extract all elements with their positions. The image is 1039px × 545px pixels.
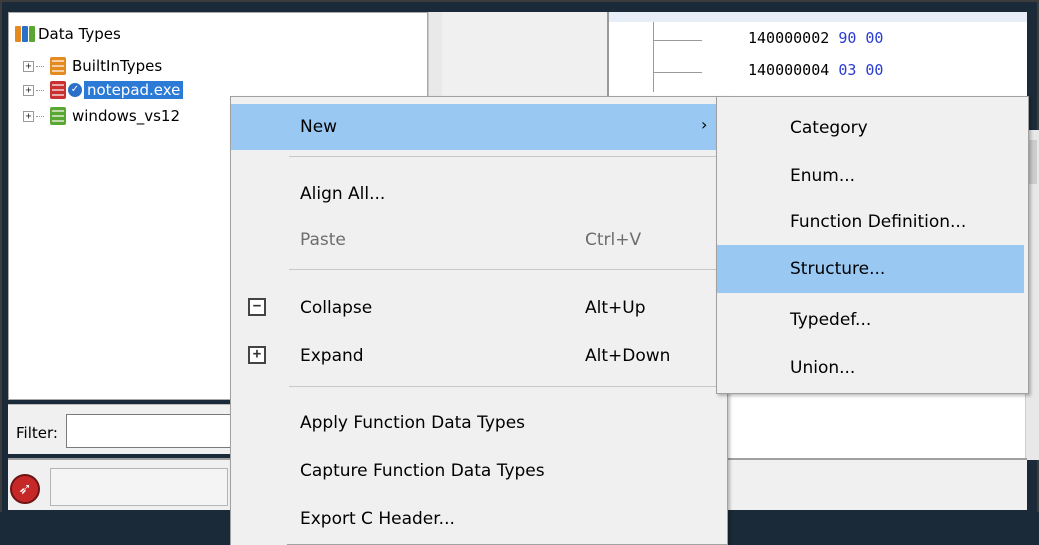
listing-connector <box>654 40 702 41</box>
menu-item-collapse[interactable]: − Collapse Alt+Up <box>231 285 727 331</box>
menu-item-label: Paste <box>300 230 346 250</box>
listing-bytes: 03 00 <box>838 61 884 79</box>
menu-item-new[interactable]: New › <box>231 104 727 150</box>
submenu-item-typedef[interactable]: Typedef... <box>717 296 1024 344</box>
submenu-item-category[interactable]: Category <box>717 104 1024 152</box>
submenu-arrow-icon: › <box>701 115 708 134</box>
listing-address: 140000002 <box>748 29 830 47</box>
submenu-item-label: Function Definition... <box>790 212 967 232</box>
expand-toggle-icon[interactable]: + <box>23 84 34 96</box>
tree-item-builtintypes[interactable]: + BuiltInTypes <box>23 55 162 77</box>
tree-connector <box>36 65 44 67</box>
tree-root-label: Data Types <box>38 25 121 43</box>
menu-item-capture-function-data-types[interactable]: Capture Function Data Types <box>231 448 727 494</box>
menu-item-shortcut: Alt+Down <box>585 346 671 366</box>
listing-header-strip <box>609 12 1027 22</box>
book-icon <box>50 81 66 99</box>
menu-separator <box>289 156 725 157</box>
expand-icon: + <box>248 346 266 364</box>
submenu-item-label: Union... <box>790 358 856 378</box>
menu-item-label: New <box>300 117 338 137</box>
menu-separator <box>289 386 725 387</box>
ghidra-dragon-icon[interactable]: ➶ <box>10 474 40 504</box>
tree-item-label: BuiltInTypes <box>72 57 163 75</box>
data-types-root-icon <box>15 26 35 42</box>
menu-item-label: Export C Header... <box>300 509 455 529</box>
tree-item-label: notepad.exe <box>84 81 184 99</box>
submenu-item-label: Typedef... <box>790 310 872 330</box>
menu-item-shortcut: Alt+Up <box>585 298 646 318</box>
menu-item-export-c-header[interactable]: Export C Header... <box>231 496 727 542</box>
menu-item-label: Align All... <box>300 184 386 204</box>
menu-separator <box>289 269 725 270</box>
expand-toggle-icon[interactable]: + <box>23 110 34 122</box>
status-field <box>50 468 228 506</box>
book-icon <box>50 57 66 75</box>
listing-address: 140000004 <box>748 61 830 79</box>
filter-input[interactable] <box>66 414 236 448</box>
tree-connector <box>36 89 44 91</box>
menu-item-apply-function-data-types[interactable]: Apply Function Data Types <box>231 400 727 446</box>
tree-connector <box>36 115 44 117</box>
submenu-item-label: Structure... <box>790 259 886 279</box>
tree-item-windows-vs12[interactable]: + windows_vs12 <box>23 105 180 127</box>
menu-item-align-all[interactable]: Align All... <box>231 171 727 217</box>
tree-item-label: windows_vs12 <box>72 107 181 125</box>
checkmark-icon: ✓ <box>68 83 82 97</box>
tree-root-row[interactable]: Data Types <box>15 23 121 45</box>
menu-item-expand[interactable]: + Expand Alt+Down <box>231 333 727 379</box>
menu-item-label: Collapse <box>300 298 373 318</box>
listing-row[interactable]: 140000004 03 00 <box>748 61 883 79</box>
listing-bytes: 90 00 <box>838 29 884 47</box>
expand-toggle-icon[interactable]: + <box>23 60 34 72</box>
menu-item-label: Apply Function Data Types <box>300 413 526 433</box>
tree-item-notepad[interactable]: + ✓ notepad.exe <box>23 79 184 101</box>
submenu-item-enum[interactable]: Enum... <box>717 152 1024 200</box>
menu-item-paste[interactable]: Paste Ctrl+V <box>231 217 727 263</box>
submenu-item-function-definition[interactable]: Function Definition... <box>717 198 1024 246</box>
menu-item-shortcut: Ctrl+V <box>585 230 642 250</box>
filter-label: Filter: <box>16 424 58 442</box>
book-icon <box>50 107 66 125</box>
listing-connector <box>654 72 702 73</box>
listing-tree-lines <box>653 22 709 92</box>
submenu-item-structure[interactable]: Structure... <box>717 245 1024 293</box>
submenu-item-label: Category <box>790 118 868 138</box>
submenu-item-label: Enum... <box>790 166 856 186</box>
collapse-icon: − <box>248 298 266 316</box>
menu-item-label: Expand <box>300 346 364 366</box>
listing-row[interactable]: 140000002 90 00 <box>748 29 883 47</box>
menu-item-label: Capture Function Data Types <box>300 461 545 481</box>
submenu-item-union[interactable]: Union... <box>717 344 1024 392</box>
